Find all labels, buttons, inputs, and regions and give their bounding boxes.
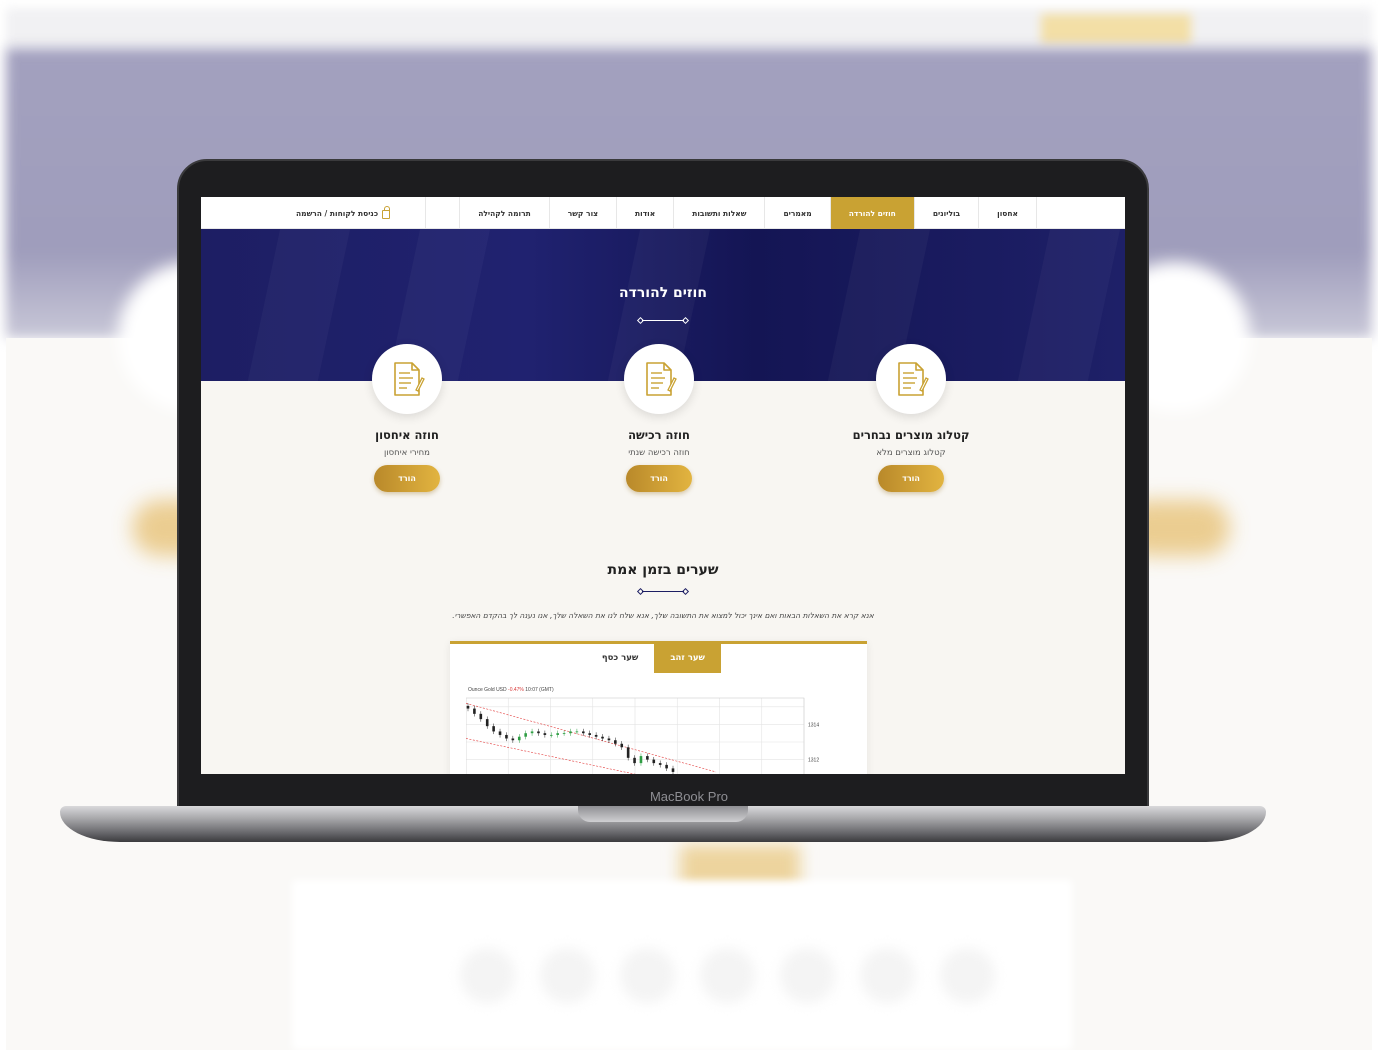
login-label: כניסת לקוחות / הרשמה: [296, 208, 379, 218]
candle-body: [517, 736, 521, 741]
download-card-purchase: חוזה רכישה חוזה רכישה שנתי הורד: [584, 344, 734, 492]
blurred-topbar: [6, 8, 1372, 48]
candle-body: [633, 757, 636, 764]
card-icon-circle: [876, 344, 946, 414]
trend-line-upper: [466, 702, 717, 773]
document-icon: [646, 362, 677, 396]
candle-body: [498, 731, 502, 735]
y-tick-label: 1314: [808, 722, 819, 728]
document-icon: [394, 362, 425, 396]
card-subtitle: קטלוג מוצרים מלא: [876, 448, 946, 458]
candle-body: [658, 763, 662, 765]
candle-body: [614, 740, 617, 744]
rate-tabs: שער זהב שער כסף: [586, 644, 721, 673]
rates-divider: [636, 587, 690, 595]
card-title: חוזה איחסון: [375, 428, 439, 442]
nav-item-contracts[interactable]: חוזים להורדה: [829, 197, 914, 229]
card-subtitle: חוזה רכישה שנתי: [628, 448, 690, 458]
candle-body: [537, 731, 540, 734]
candle-body: [492, 726, 495, 732]
candle-body: [530, 731, 534, 734]
candle-body: [479, 713, 483, 720]
card-title: חוזה רכישה: [628, 428, 690, 442]
rates-description: אנא קרא את השאלות הבאות ואם אינך יכול למ…: [452, 611, 874, 620]
candle-body: [646, 756, 649, 760]
candle-body: [556, 733, 559, 735]
candle-body: [601, 736, 604, 739]
candle-body: [505, 734, 508, 739]
tab-gold-rate[interactable]: שער זהב: [654, 644, 721, 673]
chart-caption: Ounce Gold USD -0.47% 10:07 (GMT): [468, 687, 554, 693]
candle-body: [569, 731, 572, 734]
candle-body: [466, 705, 470, 709]
candle-body: [620, 743, 624, 748]
card-icon-circle: [624, 344, 694, 414]
rates-title: שערים בזמן אמת: [607, 562, 719, 578]
download-button[interactable]: הורד: [374, 465, 440, 492]
nav-item-storage[interactable]: אחסון: [978, 197, 1037, 229]
nav-item-donation[interactable]: תרומה לקהילה: [459, 197, 549, 229]
nav-separator: [425, 197, 426, 229]
card-subtitle: מחירי איחסון: [384, 448, 430, 458]
trend-line-lower: [466, 738, 636, 774]
card-icon-circle: [372, 344, 442, 414]
download-card-storage: חוזה איחסון מחירי איחסון הורד: [332, 344, 482, 492]
nav-item-faq[interactable]: שאלות ותשובות: [673, 197, 764, 229]
candle-body: [485, 719, 489, 727]
candle-body: [524, 733, 527, 737]
candle-body: [639, 756, 643, 764]
candle-body: [665, 764, 668, 769]
download-card-catalog: קטלוג מוצרים נבחרים קטלוג מוצרים מלא הור…: [836, 344, 986, 492]
nav-item-articles[interactable]: מאמרים: [764, 197, 829, 229]
card-title: קטלוג מוצרים נבחרים: [852, 428, 970, 442]
laptop-screen: אחסון בוליונים חוזים להורדה מאמרים שאלות…: [201, 197, 1125, 774]
chart-change: -0.47%: [508, 687, 524, 693]
candle-body: [652, 759, 656, 764]
candle-body: [543, 733, 547, 735]
tab-silver-rate[interactable]: שער כסף: [586, 644, 655, 673]
candle-body: [671, 768, 675, 772]
candle-body: [582, 731, 585, 734]
nav-item-bullions[interactable]: בוליונים: [913, 197, 978, 229]
chart-time: 10:07 (GMT): [525, 687, 554, 693]
candle-body: [594, 734, 598, 737]
nav-menu: אחסון בוליונים חוזים להורדה מאמרים שאלות…: [459, 197, 1037, 229]
nav-item-contact[interactable]: צור קשר: [548, 197, 616, 229]
nav-item-about[interactable]: אודות: [616, 197, 673, 229]
lock-icon: [382, 206, 391, 219]
laptop-notch: [578, 806, 748, 822]
login-link[interactable]: כניסת לקוחות / הרשמה: [296, 197, 391, 229]
candle-body: [607, 738, 611, 741]
candle-body: [562, 733, 566, 734]
gold-price-chart: 1314 1312: [466, 697, 819, 774]
title-divider: [636, 316, 690, 324]
top-navigation: אחסון בוליונים חוזים להורדה מאמרים שאלות…: [201, 197, 1125, 229]
candle-body: [549, 734, 553, 736]
candle-body: [473, 708, 476, 714]
candle-body: [588, 733, 592, 735]
candle-body: [626, 747, 630, 758]
chart-instrument: Ounce Gold USD: [468, 687, 507, 693]
download-button[interactable]: הורד: [626, 465, 692, 492]
candle-body: [511, 738, 515, 741]
page-title: חוזים להורדה: [619, 285, 707, 301]
download-button[interactable]: הורד: [878, 465, 944, 492]
rates-chart-panel: שער זהב שער כסף Ounce Gold USD -0.47% 10…: [450, 641, 867, 774]
candle-body: [575, 731, 579, 733]
device-label: MacBook Pro: [649, 789, 729, 804]
document-icon: [898, 362, 929, 396]
y-tick-label: 1312: [808, 758, 819, 764]
